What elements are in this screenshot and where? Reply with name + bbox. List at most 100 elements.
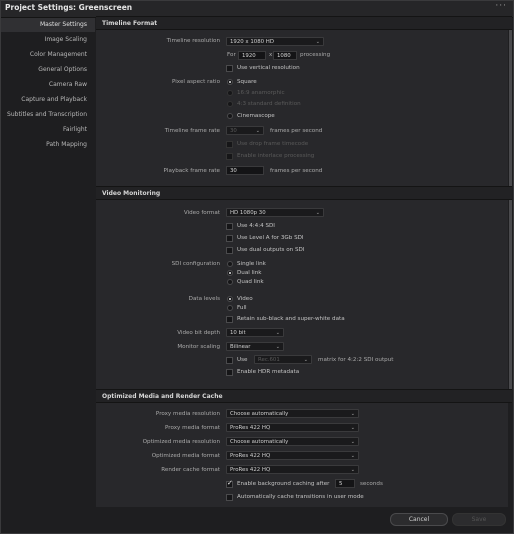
opt-fmt-dropdown[interactable]: ProRes 422 HQ ⌄ [226,451,359,460]
sdi-quad-radio[interactable] [227,279,233,285]
window-title: Project Settings: Greenscreen [5,3,133,12]
bg-cache-seconds-input[interactable]: 5 [335,479,355,488]
sidebar-item-capture-playback[interactable]: Capture and Playback [1,93,95,107]
sidebar-item-camera-raw[interactable]: Camera Raw [1,78,95,92]
proxy-res-value: Choose automatically [230,411,289,417]
par-cinemascope-label: Cinemascope [237,113,275,119]
data-levels-label: Data levels [188,296,220,302]
par-169-label: 16:9 anamorphic [237,90,285,96]
interlace-checkbox[interactable] [226,153,233,160]
proxy-res-dropdown[interactable]: Choose automatically ⌄ [226,409,359,418]
cancel-button[interactable]: Cancel [390,513,448,526]
sdi-single-radio[interactable] [227,261,233,267]
scrollbar[interactable] [509,17,512,397]
interlace-label: Enable interlace processing [237,153,315,159]
par-43-label: 4:3 standard definition [237,101,301,107]
use-dual-label: Use dual outputs on SDI [237,247,305,253]
section-header-video-monitoring: Video Monitoring [96,186,512,200]
chevron-down-icon: ⌄ [275,344,280,350]
use-444-label: Use 4:4:4 SDI [237,223,275,229]
save-button[interactable]: Save [452,513,506,526]
sidebar-item-path-mapping[interactable]: Path Mapping [1,138,95,152]
monitor-scaling-dropdown[interactable]: Bilinear ⌄ [226,342,284,351]
par-43-radio[interactable] [227,101,233,107]
cache-fmt-label: Render cache format [161,467,220,473]
timeline-resolution-dropdown[interactable]: 1920 x 1080 HD ⌄ [226,37,324,46]
par-square-radio[interactable] [227,79,233,85]
timeline-frame-rate-value: 30 [230,128,237,134]
sdi-quad-label: Quad link [237,279,264,285]
playback-frame-rate-label: Playback frame rate [163,168,220,174]
sidebar-item-image-scaling[interactable]: Image Scaling [1,33,95,47]
sdi-config-label: SDI configuration [171,261,220,267]
video-format-label: Video format [183,210,220,216]
matrix-dropdown[interactable]: Rec.601 ⌄ [254,355,312,364]
proxy-fmt-value: ProRes 422 HQ [230,425,271,431]
dialog-footer: Cancel Save [96,507,512,532]
x-label: x [269,52,273,58]
chevron-down-icon: ⌄ [350,453,355,459]
sidebar-item-general-options[interactable]: General Options [1,63,95,77]
use-444-checkbox[interactable] [226,223,233,230]
levels-full-radio[interactable] [227,305,233,311]
settings-sidebar: Master Settings Image Scaling Color Mana… [1,18,95,533]
levels-video-radio[interactable] [227,296,233,302]
bit-depth-label: Video bit depth [177,330,220,336]
sdi-single-label: Single link [237,261,266,267]
use-level-a-label: Use Level A for 3Gb SDI [237,235,304,241]
cache-fmt-value: ProRes 422 HQ [230,467,271,473]
for-label: For [227,52,236,58]
retain-label: Retain sub-black and super-white data [237,316,345,322]
bit-depth-dropdown[interactable]: 10 bit ⌄ [226,328,284,337]
chevron-down-icon: ⌄ [275,330,280,336]
bg-cache-label: Enable background caching after [237,481,330,487]
hdr-checkbox[interactable] [226,369,233,376]
section-header-timeline-format: Timeline Format [96,16,512,30]
proxy-fmt-dropdown[interactable]: ProRes 422 HQ ⌄ [226,423,359,432]
monitor-scaling-value: Bilinear [230,344,251,350]
opt-res-dropdown[interactable]: Choose automatically ⌄ [226,437,359,446]
sdi-dual-label: Dual link [237,270,262,276]
chevron-down-icon: ⌄ [315,39,320,45]
chevron-down-icon: ⌄ [350,467,355,473]
section-header-optimized-media: Optimized Media and Render Cache [96,389,512,403]
video-format-dropdown[interactable]: HD 1080p 30 ⌄ [226,208,324,217]
sdi-dual-radio[interactable] [227,270,233,276]
drop-frame-label: Use drop frame timecode [237,141,309,147]
more-options-icon[interactable]: ··· [495,1,507,11]
matrix-value: Rec.601 [258,357,280,363]
hdr-label: Enable HDR metadata [237,369,300,375]
cache-fmt-dropdown[interactable]: ProRes 422 HQ ⌄ [226,465,359,474]
bg-cache-checkbox[interactable] [226,479,233,488]
sidebar-item-master-settings[interactable]: Master Settings [1,18,95,32]
drop-frame-checkbox[interactable] [226,141,233,148]
sidebar-item-fairlight[interactable]: Fairlight [1,123,95,137]
opt-res-value: Choose automatically [230,439,289,445]
par-169-radio[interactable] [227,90,233,96]
playback-fps-label: frames per second [270,168,323,174]
sidebar-item-subtitles[interactable]: Subtitles and Transcription [1,108,95,122]
use-dual-checkbox[interactable] [226,247,233,254]
timeline-width-input[interactable]: 1920 [238,51,266,60]
opt-res-label: Optimized media resolution [142,439,220,445]
levels-full-label: Full [237,305,247,311]
use-level-a-checkbox[interactable] [226,235,233,242]
use-vertical-checkbox[interactable] [226,65,233,72]
monitor-scaling-label: Monitor scaling [177,344,220,350]
use-vertical-label: Use vertical resolution [237,65,300,71]
video-format-value: HD 1080p 30 [230,210,266,216]
playback-frame-rate-input[interactable]: 30 [226,166,264,175]
retain-checkbox[interactable] [226,316,233,323]
timeline-frame-rate-dropdown[interactable]: 30 ⌄ [226,126,264,135]
sidebar-item-color-management[interactable]: Color Management [1,48,95,62]
par-cinemascope-radio[interactable] [227,113,233,119]
chevron-down-icon: ⌄ [303,357,308,363]
auto-cache-checkbox[interactable] [226,494,233,501]
timeline-height-input[interactable]: 1080 [273,51,297,60]
timeline-frame-rate-label: Timeline frame rate [164,128,220,134]
timeline-resolution-label: Timeline resolution [166,38,220,44]
seconds-label: seconds [360,481,383,487]
use-matrix-checkbox[interactable] [226,357,233,364]
chevron-down-icon: ⌄ [350,425,355,431]
chevron-down-icon: ⌄ [350,439,355,445]
